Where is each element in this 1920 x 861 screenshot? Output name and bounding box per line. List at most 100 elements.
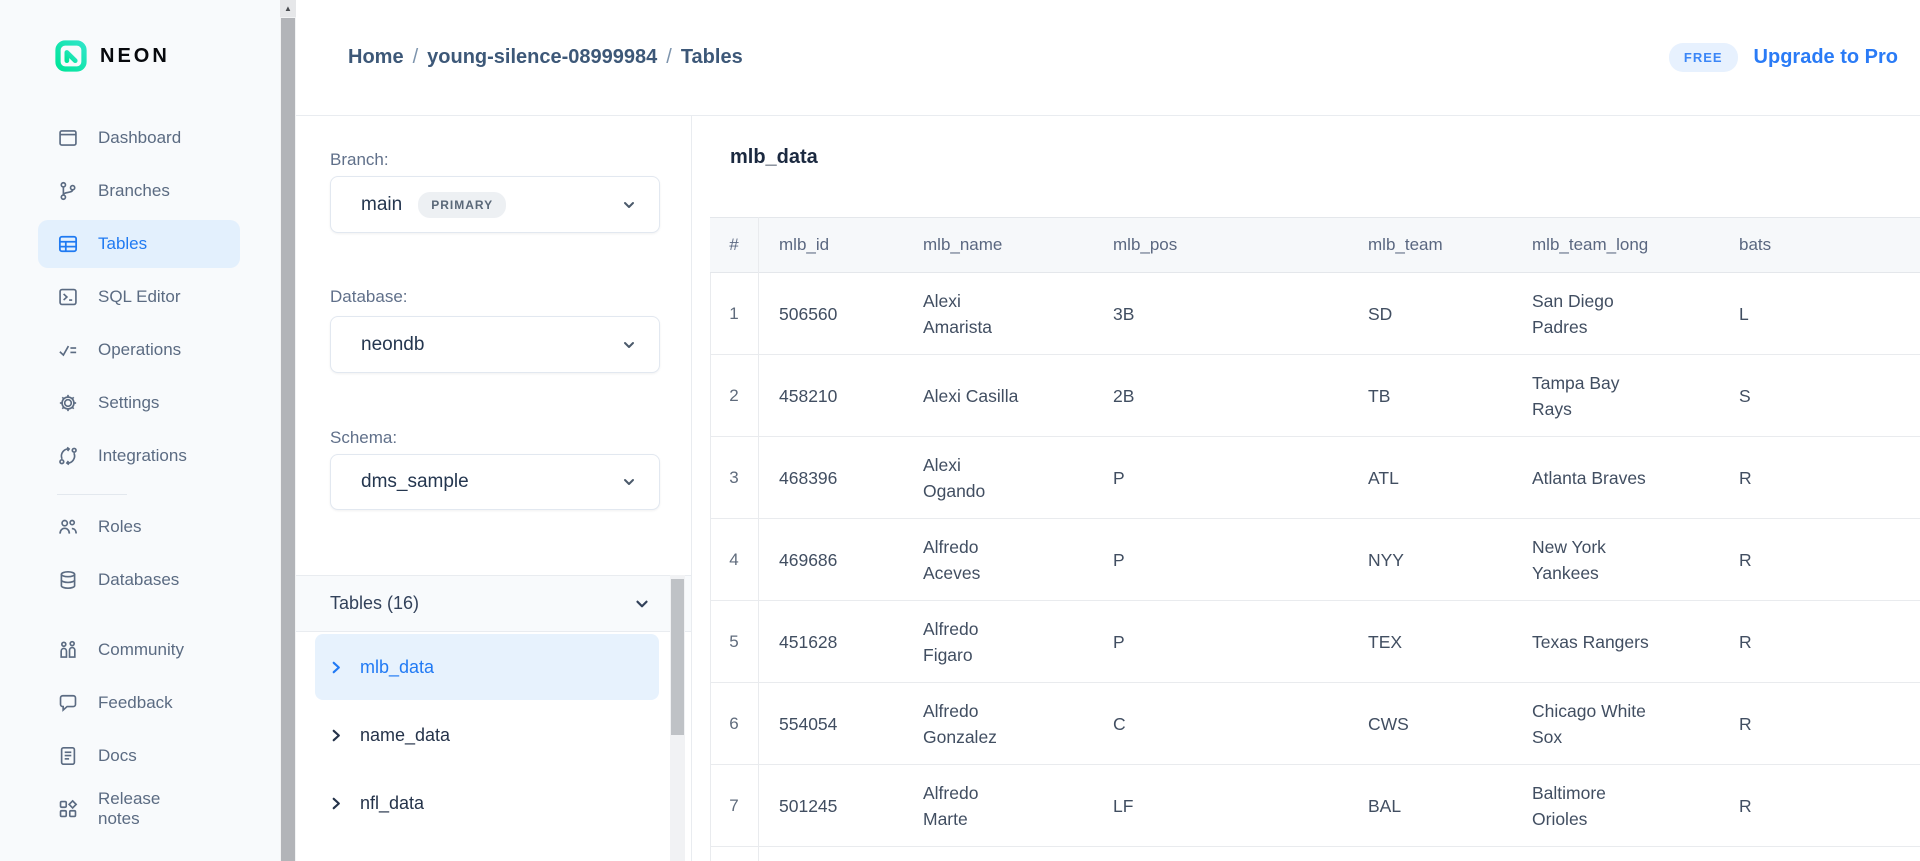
sidebar-scrollbar-thumb[interactable]	[281, 18, 295, 861]
cell-mlb-pos: 3B	[1092, 301, 1347, 327]
cell-mlb-pos: P	[1092, 547, 1347, 573]
dashboard-icon	[57, 127, 79, 149]
brand-wordmark: NEON	[100, 45, 170, 68]
cell-mlb-team-long: Tampa Bay Rays	[1511, 370, 1718, 422]
table-list-item[interactable]: nfl_data	[315, 770, 659, 836]
cell-mlb-team-long: Atlanta Braves	[1511, 465, 1718, 491]
sidebar-item-roles[interactable]: Roles	[38, 503, 240, 551]
cell-bats: R	[1718, 629, 1920, 655]
cell-mlb-team: CWS	[1347, 711, 1511, 737]
table-row[interactable]: 2 458210 Alexi Casilla 2B TB Tampa Bay R…	[710, 355, 1920, 437]
table-name: name_data	[360, 725, 450, 746]
sidebar-item-branches[interactable]: Branches	[38, 167, 240, 215]
table-row[interactable]: 5 451628 Alfredo Figaro P TEX Texas Rang…	[710, 601, 1920, 683]
column-header-mlb-team: mlb_team	[1347, 235, 1511, 255]
cell-mlb-id: 451628	[758, 629, 902, 655]
sidebar-item-release-notes[interactable]: Release notes	[38, 785, 240, 833]
chevron-down-icon	[621, 337, 637, 353]
cell-mlb-name: Alfredo Marte	[902, 780, 1092, 832]
tables-panel-scrollbar[interactable]	[670, 575, 685, 861]
cell-mlb-id: 458210	[758, 383, 902, 409]
cell-mlb-name: Alexi Ogando	[902, 452, 1092, 504]
cell-mlb-pos: 2B	[1092, 383, 1347, 409]
branches-icon	[57, 180, 79, 202]
cell-mlb-id: 468396	[758, 465, 902, 491]
tables-section-header[interactable]: Tables (16)	[296, 575, 691, 632]
sidebar-spacer	[0, 604, 280, 621]
cell-mlb-id: 501245	[758, 793, 902, 819]
column-header-index: #	[710, 235, 758, 255]
sidebar-item-community[interactable]: Community	[38, 626, 240, 674]
database-select[interactable]: neondb	[330, 316, 660, 373]
sidebar-item-dashboard[interactable]: Dashboard	[38, 114, 240, 162]
chevron-down-icon	[633, 595, 651, 613]
neon-logo-icon	[55, 40, 87, 72]
table-row[interactable]: 4 469686 Alfredo Aceves P NYY New York Y…	[710, 519, 1920, 601]
cell-mlb-team: TEX	[1347, 629, 1511, 655]
branch-select[interactable]: main PRIMARY	[330, 176, 660, 233]
cell-mlb-id: 469686	[758, 547, 902, 573]
cell-mlb-team-long: Texas Rangers	[1511, 629, 1718, 655]
table-row[interactable]: 6 554054 Alfredo Gonzalez C CWS Chicago …	[710, 683, 1920, 765]
breadcrumb-link[interactable]: Home	[348, 46, 404, 69]
table-list-item[interactable]: mlb_data	[315, 634, 659, 700]
primary-badge: PRIMARY	[418, 192, 506, 218]
cell-mlb-team-long: Chicago White Sox	[1511, 698, 1718, 750]
cell-row-number: 2	[710, 383, 758, 409]
tables-icon	[57, 233, 79, 255]
cell-bats: R	[1718, 465, 1920, 491]
sidebar-item-databases[interactable]: Databases	[38, 556, 240, 604]
scroll-up-button[interactable]: ▲	[280, 0, 296, 17]
cell-mlb-team: SD	[1347, 301, 1511, 327]
roles-icon	[57, 516, 79, 538]
sql-editor-icon	[57, 286, 79, 308]
filter-panel: Branch: main PRIMARY Database: neondb Sc…	[296, 116, 692, 861]
table-list-item[interactable]: name_data	[315, 702, 659, 768]
breadcrumb: / Home / young-silence-08999984 / Tables	[348, 46, 743, 69]
breadcrumb-separator: /	[666, 46, 672, 69]
sidebar-item-operations[interactable]: Operations	[38, 326, 240, 374]
cell-bats: R	[1718, 547, 1920, 573]
sidebar-item-integrations[interactable]: Integrations	[38, 432, 240, 480]
table-row[interactable]: 7 501245 Alfredo Marte LF BAL Baltimore …	[710, 765, 1920, 847]
breadcrumb-link[interactable]: young-silence-08999984	[427, 46, 657, 69]
cell-mlb-pos: LF	[1092, 793, 1347, 819]
cell-row-number: 4	[710, 547, 758, 573]
column-header-mlb-pos: mlb_pos	[1092, 235, 1347, 255]
schema-value: dms_sample	[361, 471, 469, 493]
column-header-mlb-name: mlb_name	[902, 235, 1092, 255]
tables-panel-scrollbar-thumb[interactable]	[671, 579, 684, 735]
cell-bats: R	[1718, 793, 1920, 819]
table-row[interactable]: 1 506560 Alexi Amarista 3B SD San Diego …	[710, 273, 1920, 355]
sidebar-item-settings[interactable]: Settings	[38, 379, 240, 427]
database-label: Database:	[330, 287, 408, 307]
sidebar-item-feedback[interactable]: Feedback	[38, 679, 240, 727]
schema-select[interactable]: dms_sample	[330, 454, 660, 510]
data-table-area: mlb_data # mlb_id mlb_name mlb_pos mlb_t…	[692, 116, 1920, 861]
chevron-right-icon	[329, 728, 344, 743]
operations-icon	[57, 339, 79, 361]
table-row[interactable]: 3 468396 Alexi Ogando P ATL Atlanta Brav…	[710, 437, 1920, 519]
branch-label: Branch:	[330, 150, 389, 170]
breadcrumb-item: / young-silence-08999984	[404, 46, 658, 69]
cell-bats: R	[1718, 711, 1920, 737]
chevron-right-icon	[329, 796, 344, 811]
docs-icon	[57, 745, 79, 767]
sidebar-item-sql-editor[interactable]: SQL Editor	[38, 273, 240, 321]
table-header-row: # mlb_id mlb_name mlb_pos mlb_team mlb_t…	[710, 217, 1920, 273]
cell-mlb-name: Alexi Amarista	[902, 288, 1092, 340]
cell-bats: S	[1718, 383, 1920, 409]
upgrade-to-pro-link[interactable]: Upgrade to Pro	[1754, 46, 1898, 69]
breadcrumb-link[interactable]: Tables	[681, 46, 743, 69]
sidebar-item-docs[interactable]: Docs	[38, 732, 240, 780]
sidebar-item-tables[interactable]: Tables	[38, 220, 240, 268]
cell-row-number: 7	[710, 793, 758, 819]
plan-badge: FREE	[1669, 43, 1738, 72]
neon-logo[interactable]: NEON	[55, 40, 280, 72]
column-header-bats: bats	[1718, 235, 1920, 255]
topbar-right: FREE Upgrade to Pro	[1669, 43, 1898, 72]
chevron-down-icon	[621, 197, 637, 213]
cell-mlb-name: Alfredo Gonzalez	[902, 698, 1092, 750]
breadcrumb-separator: /	[413, 46, 419, 69]
sidebar-scrollbar[interactable]: ▲	[280, 0, 296, 861]
